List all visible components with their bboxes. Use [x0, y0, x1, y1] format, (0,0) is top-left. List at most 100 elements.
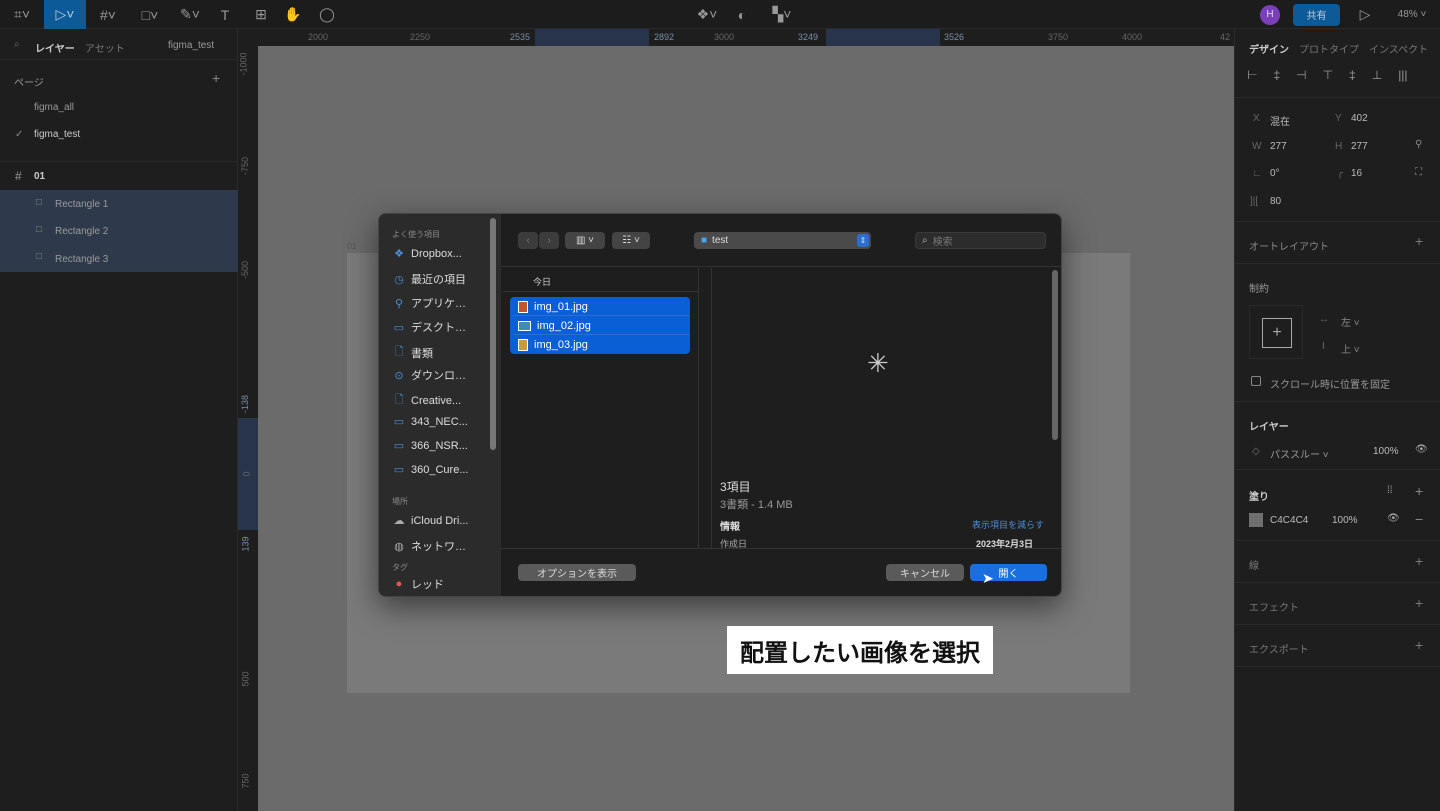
remove-fill-icon[interactable]: − — [1415, 511, 1423, 527]
present-icon[interactable]: ▷ — [1355, 0, 1375, 29]
vertical-ruler: -1000 -750 -500 -138 0 139 500 750 — [238, 29, 258, 811]
preview-scrollbar[interactable] — [1052, 270, 1058, 440]
sidebar-item-downloads[interactable]: ⊙ ダウンロ… — [393, 367, 466, 383]
sidebar-item-applications[interactable]: ⚲ アプリケ… — [393, 295, 466, 311]
y-field[interactable]: 402 — [1351, 113, 1368, 124]
eye-icon[interactable]: 👁 — [1387, 513, 1400, 524]
location-popup[interactable]: ■ test ⇕ — [694, 232, 871, 249]
layer-opacity-field[interactable]: 100% — [1373, 446, 1399, 457]
rectangle-tool-icon[interactable]: □˅ — [132, 0, 168, 29]
add-page-icon[interactable]: + — [212, 70, 220, 86]
view-mode-button[interactable]: ▥ ˅ — [565, 232, 605, 249]
add-effect-icon[interactable]: + — [1415, 595, 1423, 611]
sidebar-scrollbar[interactable] — [490, 218, 496, 450]
fill-hex-field[interactable]: C4C4C4 — [1270, 515, 1308, 526]
page-item-active[interactable]: figma_test — [34, 129, 80, 140]
document-icon: 🗋 — [394, 346, 404, 358]
share-button[interactable]: 共有 — [1293, 3, 1340, 26]
tab-prototype[interactable]: プロトタイプ — [1299, 41, 1359, 56]
sidebar-item-dropbox[interactable]: ❖ Dropbox... — [393, 247, 462, 261]
rectangle-icon: □ — [36, 197, 43, 208]
search-input[interactable]: ⌕ 検索 — [915, 232, 1046, 249]
frame-label[interactable]: 01 — [347, 241, 357, 251]
layer-item[interactable]: Rectangle 1 — [55, 199, 108, 210]
sidebar-item-network[interactable]: ◍ ネットワ… — [393, 538, 466, 554]
tab-layers[interactable]: レイヤー — [35, 40, 75, 55]
component-icon[interactable]: ❖˅ — [690, 0, 724, 29]
group-button[interactable]: ☷ ˅ — [612, 232, 650, 249]
add-autolayout-icon[interactable]: + — [1415, 233, 1423, 249]
show-less-link[interactable]: 表示項目を減らす — [972, 518, 1044, 531]
styles-icon[interactable]: ⁞⁞ — [1387, 485, 1393, 496]
width-field[interactable]: 277 — [1270, 141, 1287, 152]
pen-tool-icon[interactable]: ✎˅ — [172, 0, 208, 29]
horizontal-constraint-select[interactable]: 左 ˅ — [1341, 314, 1360, 329]
zoom-dropdown[interactable]: 48% ˅ — [1390, 0, 1434, 29]
folder-icon: ■ — [701, 235, 708, 246]
comment-tool-icon[interactable]: ◯ — [314, 0, 340, 29]
constrain-proportions-icon[interactable]: ⚲ — [1415, 139, 1422, 150]
align-right-icon[interactable]: ⊣ — [1296, 68, 1306, 82]
align-left-icon[interactable]: ⊢ — [1247, 68, 1257, 82]
file-item[interactable]: img_01.jpg — [513, 298, 689, 316]
eye-icon[interactable]: 👁 — [1415, 444, 1428, 455]
distribute-icon[interactable]: ||| — [1398, 68, 1407, 82]
file-item[interactable]: img_03.jpg — [513, 336, 689, 354]
add-export-icon[interactable]: + — [1415, 637, 1423, 653]
spacing-field[interactable]: 80 — [1270, 196, 1281, 207]
text-tool-icon[interactable]: T — [212, 0, 238, 29]
tab-design[interactable]: デザイン — [1249, 41, 1289, 56]
forward-button[interactable]: › — [539, 232, 559, 249]
figma-menu-icon[interactable]: ⌗˅ — [4, 0, 40, 29]
mouse-cursor-icon: ➤ — [982, 570, 994, 586]
align-bottom-icon[interactable]: ⊥ — [1372, 68, 1382, 82]
independent-corners-icon[interactable]: ⛶ — [1415, 167, 1422, 178]
move-tool-icon[interactable]: ▷˅ — [44, 0, 86, 29]
align-top-icon[interactable]: ⊤ — [1323, 68, 1333, 82]
sidebar-item-recents[interactable]: ◷ 最近の項目 — [393, 271, 466, 287]
sidebar-item-folder[interactable]: ▭ 366_NSR... — [393, 439, 468, 453]
vertical-constraint-select[interactable]: 上 ˅ — [1341, 341, 1360, 356]
resources-icon[interactable]: ⊞ — [248, 0, 274, 29]
align-center-h-icon[interactable]: ‡ — [1273, 68, 1280, 82]
frame-icon: # — [15, 169, 22, 183]
layer-item[interactable]: Rectangle 3 — [55, 254, 108, 265]
height-field[interactable]: 277 — [1351, 141, 1368, 152]
layer-item[interactable]: Rectangle 2 — [55, 226, 108, 237]
sidebar-item-folder[interactable]: ▭ 360_Cure... — [393, 463, 469, 477]
sidebar-item-folder[interactable]: ▭ 343_NEC... — [393, 415, 468, 429]
back-button[interactable]: ‹ — [518, 232, 538, 249]
mask-icon[interactable]: ◐ — [730, 0, 754, 29]
constraint-widget[interactable]: + — [1249, 305, 1303, 359]
sidebar-item-tag-red[interactable]: ● レッド — [393, 576, 444, 592]
show-options-button[interactable]: オプションを表示 — [518, 564, 636, 581]
align-middle-v-icon[interactable]: ‡ — [1349, 68, 1356, 82]
boolean-icon[interactable]: ▚˅ — [764, 0, 800, 29]
page-switcher[interactable]: figma_test — [168, 40, 214, 51]
blend-mode-select[interactable]: パススルー ˅ — [1270, 446, 1329, 461]
sidebar-item-desktop[interactable]: ▭ デスクト… — [393, 319, 466, 335]
sidebar-item-icloud[interactable]: ☁ iCloud Dri... — [393, 514, 469, 528]
fill-opacity-field[interactable]: 100% — [1332, 515, 1358, 526]
fill-swatch[interactable] — [1249, 513, 1263, 527]
corner-radius-field[interactable]: 16 — [1351, 168, 1362, 179]
add-stroke-icon[interactable]: + — [1415, 553, 1423, 569]
sidebar-item-creative[interactable]: 🗋 Creative... — [393, 391, 462, 410]
frame-tool-icon[interactable]: #˅ — [90, 0, 126, 29]
search-icon[interactable]: ⌕ — [14, 39, 20, 50]
fix-scroll-checkbox[interactable] — [1251, 376, 1261, 386]
layer-frame[interactable]: 01 — [34, 171, 45, 182]
image-file-icon — [518, 300, 528, 313]
sidebar-item-documents[interactable]: 🗋 書類 — [393, 343, 433, 362]
x-field[interactable]: 混在 — [1270, 113, 1290, 128]
cancel-button[interactable]: キャンセル — [886, 564, 964, 581]
tab-inspect[interactable]: インスペクト — [1369, 41, 1428, 56]
hand-tool-icon[interactable]: ✋ — [280, 0, 306, 29]
file-item[interactable]: img_02.jpg — [513, 317, 689, 335]
column-resizer[interactable] — [698, 268, 712, 549]
page-item[interactable]: figma_all — [34, 102, 74, 113]
tab-assets[interactable]: アセット — [85, 40, 125, 55]
add-fill-icon[interactable]: + — [1415, 483, 1423, 499]
rotation-field[interactable]: 0° — [1270, 168, 1280, 179]
avatar[interactable]: H — [1260, 4, 1280, 25]
